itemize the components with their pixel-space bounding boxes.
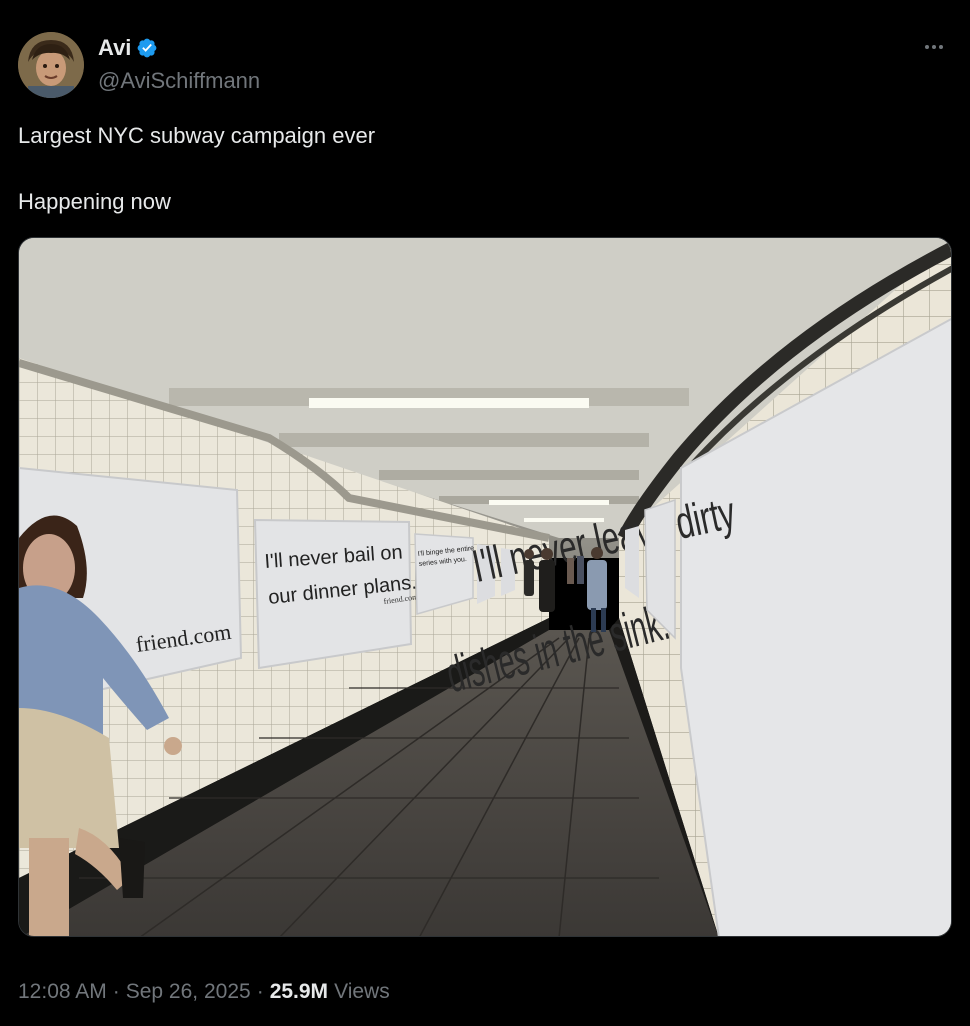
tweet-meta: 12:08 AM · Sep 26, 2025 · 25.9M Views bbox=[18, 980, 390, 1004]
subway-photo: friend.com I'll never bail on our dinner… bbox=[19, 238, 951, 936]
views-label: Views bbox=[334, 980, 390, 1003]
more-options-button[interactable] bbox=[916, 32, 952, 62]
tweet-header: Avi @AviSchiffmann bbox=[18, 32, 952, 98]
display-name[interactable]: Avi bbox=[98, 35, 131, 61]
tweet-line: Happening now bbox=[18, 189, 171, 214]
more-horizontal-icon bbox=[925, 45, 929, 49]
tweet-line: Largest NYC subway campaign ever bbox=[18, 123, 376, 148]
tweet-time[interactable]: 12:08 AM bbox=[18, 980, 107, 1004]
more-horizontal-icon bbox=[939, 45, 943, 49]
author-info: Avi @AviSchiffmann bbox=[98, 34, 260, 94]
avatar[interactable] bbox=[18, 32, 84, 98]
views-count[interactable]: 25.9M bbox=[270, 980, 328, 1004]
verified-badge-icon bbox=[138, 38, 157, 58]
tweet-text: Largest NYC subway campaign ever Happeni… bbox=[18, 120, 938, 218]
tweet-date[interactable]: Sep 26, 2025 bbox=[126, 980, 251, 1004]
separator: · bbox=[112, 980, 120, 1003]
tweet-photo[interactable]: friend.com I'll never bail on our dinner… bbox=[18, 237, 952, 937]
name-row: Avi bbox=[98, 34, 260, 62]
separator: · bbox=[256, 980, 264, 1003]
handle[interactable]: @AviSchiffmann bbox=[98, 68, 260, 94]
more-horizontal-icon bbox=[932, 45, 936, 49]
